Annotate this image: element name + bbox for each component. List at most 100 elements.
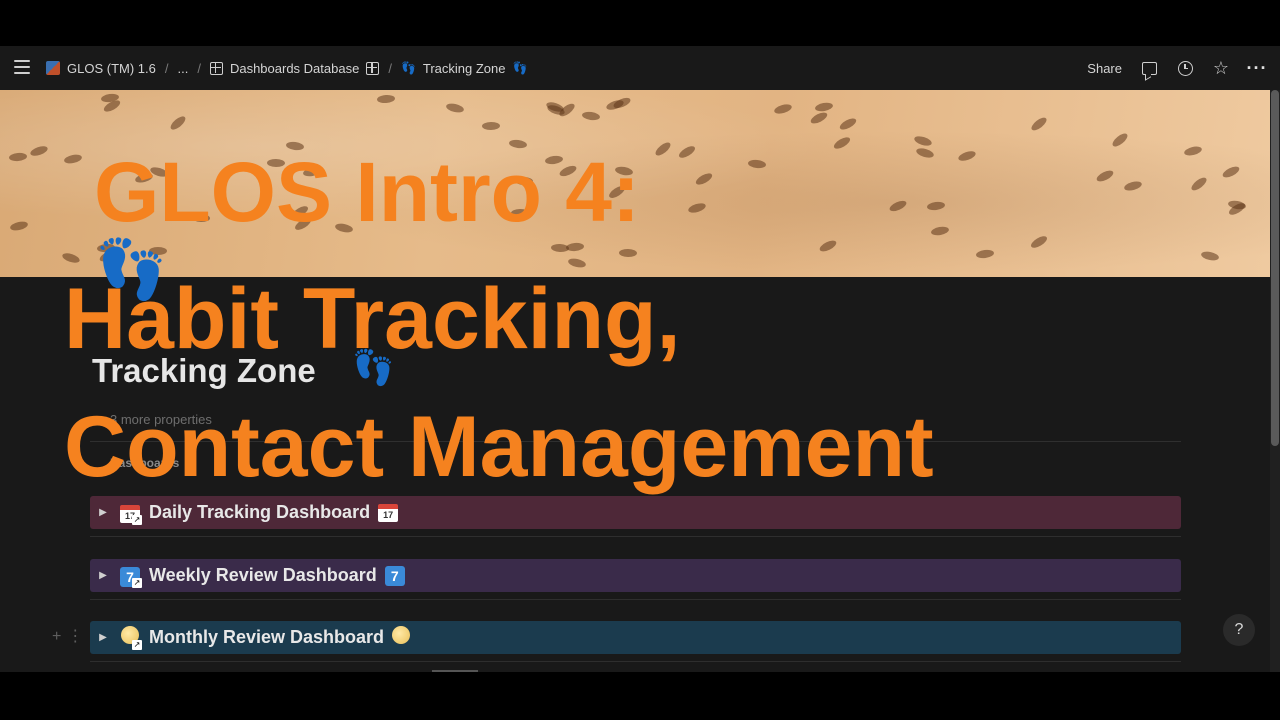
divider	[90, 536, 1181, 537]
footprint-mark	[818, 238, 838, 254]
footprint-mark	[930, 225, 950, 237]
scrollbar[interactable]	[1270, 90, 1280, 672]
footprint-mark	[168, 114, 188, 132]
footprints-icon: 👣	[512, 61, 528, 75]
letterbox-bottom	[0, 672, 1280, 720]
comments-button[interactable]	[1140, 59, 1158, 77]
toggle-label[interactable]: Monthly Review Dashboard	[149, 627, 384, 648]
menu-icon[interactable]	[14, 60, 30, 74]
clock-icon	[1177, 60, 1193, 76]
page-title[interactable]: Tracking Zone	[92, 352, 316, 390]
keycap-seven-icon: 7 ↗	[116, 564, 144, 588]
topbar-actions: Share ☆ ···	[1087, 46, 1266, 90]
more-options-icon[interactable]: ···	[1247, 59, 1267, 77]
breadcrumb-ellipsis[interactable]: ...	[177, 61, 188, 76]
top-bar: GLOS (TM) 1.6 / ... / Dashboards Databas…	[0, 46, 1280, 90]
footprint-mark	[1200, 250, 1220, 262]
updates-button[interactable]	[1176, 59, 1194, 77]
footprint-mark	[773, 102, 793, 116]
page-icon-footprints[interactable]: 👣	[95, 241, 167, 299]
toggle-weekly-review-dashboard[interactable]: ▶ 7 ↗ Weekly Review Dashboard 7	[90, 559, 1181, 592]
letterbox-top	[0, 0, 1280, 46]
toggle-daily-tracking-dashboard[interactable]: ▶ 17 ↗ Daily Tracking Dashboard 17	[90, 496, 1181, 529]
footprint-mark	[809, 110, 829, 126]
footprint-mark	[544, 154, 564, 166]
footprints-icon: 👣	[352, 349, 395, 387]
footprint-mark	[605, 98, 625, 112]
footprint-mark	[1189, 175, 1209, 193]
breadcrumb-separator: /	[197, 60, 201, 76]
footprint-mark	[915, 146, 935, 160]
moon-icon	[392, 626, 411, 649]
toggle-monthly-review-dashboard[interactable]: ▶ ↗ Monthly Review Dashboard	[90, 621, 1181, 654]
footprint-mark	[234, 161, 254, 173]
footprint-mark	[29, 144, 49, 158]
workspace-logo-icon	[46, 61, 60, 75]
footprint-mark	[677, 143, 697, 161]
keycap-seven-icon: 7	[384, 565, 405, 586]
comment-icon	[1141, 61, 1157, 75]
breadcrumb: GLOS (TM) 1.6 / ... / Dashboards Databas…	[46, 46, 527, 90]
footprint-mark	[61, 251, 81, 265]
page-cover-image	[0, 90, 1270, 277]
toggle-arrow-icon[interactable]: ▶	[90, 632, 116, 643]
divider	[90, 599, 1181, 600]
footprint-mark	[508, 138, 528, 150]
toggle-arrow-icon[interactable]: ▶	[90, 507, 116, 518]
footprint-mark	[514, 176, 534, 186]
breadcrumb-tracking-zone[interactable]: 👣 Tracking Zone 👣	[401, 61, 528, 76]
footprint-mark	[558, 163, 578, 179]
footprint-mark	[567, 257, 587, 269]
breadcrumb-dashboards-database[interactable]: Dashboards Database	[209, 60, 380, 76]
divider	[90, 441, 1181, 442]
help-button[interactable]: ?	[1223, 614, 1255, 646]
footprint-mark	[1221, 164, 1241, 180]
footprint-mark	[1183, 144, 1203, 158]
toggle-label[interactable]: Daily Tracking Dashboard	[149, 502, 370, 523]
footprint-mark	[285, 140, 305, 152]
footprint-mark	[9, 220, 29, 232]
footprint-mark	[653, 140, 673, 158]
footprint-mark	[8, 152, 28, 162]
breadcrumb-label: Tracking Zone	[422, 60, 506, 76]
footprint-mark	[191, 213, 211, 223]
footprint-mark	[838, 116, 858, 132]
breadcrumb-label: ...	[177, 60, 189, 76]
footprint-mark	[614, 165, 634, 177]
footprints-icon: 👣	[400, 61, 416, 75]
footprint-mark	[445, 102, 465, 114]
scrollbar-thumb[interactable]	[1271, 90, 1279, 446]
footprint-mark	[63, 153, 83, 165]
footprint-mark	[266, 158, 286, 168]
calendar-icon: 17 ↗	[116, 501, 144, 525]
footprint-mark	[832, 135, 852, 151]
database-icon	[209, 61, 223, 75]
footprint-mark	[607, 183, 627, 201]
breadcrumb-label: GLOS (TM) 1.6	[67, 60, 156, 76]
footprint-mark	[687, 201, 707, 215]
footprint-mark	[481, 121, 501, 131]
breadcrumb-label: Dashboards Database	[229, 60, 360, 76]
footprint-mark	[334, 222, 354, 234]
share-button[interactable]: Share	[1087, 61, 1122, 76]
footprint-mark	[293, 215, 313, 233]
footprint-mark	[913, 134, 933, 148]
toggle-label[interactable]: Weekly Review Dashboard	[149, 565, 377, 586]
notion-app: GLOS (TM) 1.6 / ... / Dashboards Databas…	[0, 46, 1280, 672]
footprint-mark	[550, 243, 570, 253]
footprint-mark	[134, 171, 154, 185]
footprint-mark	[1095, 168, 1115, 184]
footprint-mark	[1110, 131, 1130, 149]
breadcrumb-workspace[interactable]: GLOS (TM) 1.6	[46, 61, 156, 76]
footprint-mark	[814, 101, 834, 113]
breadcrumb-separator: /	[164, 60, 169, 76]
more-properties-link[interactable]: 3 more properties	[110, 412, 212, 427]
database-icon	[366, 61, 380, 75]
footprint-mark	[1029, 115, 1049, 133]
calendar-icon: 17	[378, 502, 399, 523]
footprint-mark	[510, 208, 530, 218]
footprint-mark	[957, 149, 977, 163]
toggle-arrow-icon[interactable]: ▶	[90, 570, 116, 581]
favorite-star-icon[interactable]: ☆	[1212, 59, 1230, 77]
footprint-mark	[1123, 179, 1143, 193]
